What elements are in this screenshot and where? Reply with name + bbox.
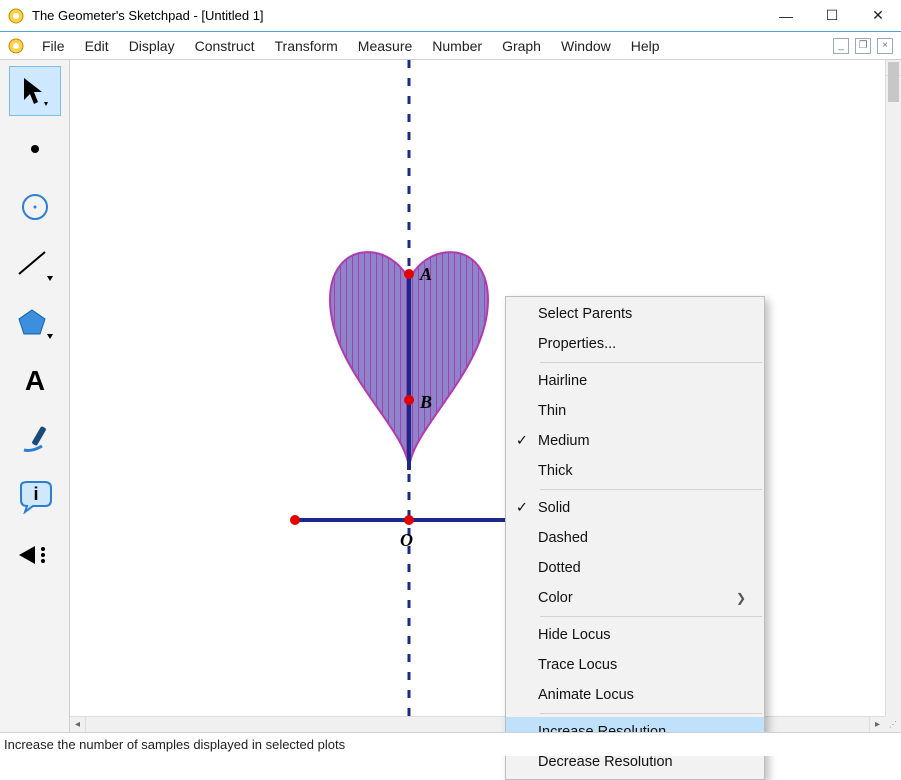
- vertical-scrollbar[interactable]: ▴: [885, 60, 901, 716]
- menu-transform[interactable]: Transform: [265, 35, 348, 57]
- info-icon: i: [17, 480, 53, 514]
- menu-display[interactable]: Display: [119, 35, 185, 57]
- ctx-solid[interactable]: Solid: [506, 493, 764, 523]
- text-icon: A: [20, 366, 50, 396]
- ctx-separator: [540, 362, 762, 363]
- ctx-color[interactable]: Color❯: [506, 583, 764, 613]
- menu-measure[interactable]: Measure: [348, 35, 422, 57]
- arrow-tool[interactable]: [9, 66, 61, 116]
- point-b[interactable]: [404, 395, 414, 405]
- menu-edit[interactable]: Edit: [75, 35, 119, 57]
- menu-number[interactable]: Number: [422, 35, 492, 57]
- app-icon: [8, 8, 24, 24]
- doc-icon: [8, 38, 24, 54]
- status-text: Increase the number of samples displayed…: [4, 737, 345, 752]
- origin-point[interactable]: [404, 515, 414, 525]
- line-icon: [15, 248, 55, 282]
- menu-construct[interactable]: Construct: [185, 35, 265, 57]
- label-b: B: [420, 392, 432, 413]
- mdi-minimize-button[interactable]: _: [833, 38, 849, 54]
- mdi-restore-button[interactable]: ❐: [855, 38, 871, 54]
- circle-icon: [18, 190, 52, 224]
- menu-file[interactable]: File: [32, 35, 75, 57]
- custom-icon: [15, 540, 55, 570]
- ctx-separator: [540, 616, 762, 617]
- menu-graph[interactable]: Graph: [492, 35, 551, 57]
- axis-left-point[interactable]: [290, 515, 300, 525]
- minimize-button[interactable]: —: [763, 1, 809, 31]
- ctx-thin[interactable]: Thin: [506, 396, 764, 426]
- text-tool[interactable]: A: [9, 356, 61, 406]
- resize-grip[interactable]: ⋰: [885, 716, 901, 732]
- vscroll-thumb[interactable]: [888, 62, 899, 102]
- arrow-icon: [18, 74, 52, 108]
- tool-palette: A i: [0, 60, 70, 732]
- menu-window[interactable]: Window: [551, 35, 621, 57]
- canvas-area: A B O ▴ ◂ ▸ ⋰: [70, 60, 901, 732]
- window-title: The Geometer's Sketchpad - [Untitled 1]: [32, 8, 763, 23]
- compass-tool[interactable]: [9, 182, 61, 232]
- polygon-icon: [15, 306, 55, 340]
- submenu-arrow-icon: ❯: [736, 591, 746, 605]
- ctx-medium[interactable]: Medium: [506, 426, 764, 456]
- point-tool[interactable]: [9, 124, 61, 174]
- point-a[interactable]: [404, 269, 414, 279]
- ctx-separator: [540, 489, 762, 490]
- polygon-tool[interactable]: [9, 298, 61, 348]
- ctx-dashed[interactable]: Dashed: [506, 523, 764, 553]
- ctx-properties[interactable]: Properties...: [506, 329, 764, 359]
- close-button[interactable]: ✕: [855, 1, 901, 31]
- marker-icon: [18, 422, 52, 456]
- scroll-right-icon[interactable]: ▸: [869, 717, 885, 732]
- point-icon: [25, 139, 45, 159]
- svg-text:A: A: [24, 366, 44, 396]
- ctx-animate-locus[interactable]: Animate Locus: [506, 680, 764, 710]
- maximize-button[interactable]: ☐: [809, 1, 855, 31]
- ctx-thick[interactable]: Thick: [506, 456, 764, 486]
- context-menu: Select Parents Properties... Hairline Th…: [505, 296, 765, 780]
- ctx-separator: [540, 713, 762, 714]
- label-o: O: [400, 530, 413, 551]
- line-tool[interactable]: [9, 240, 61, 290]
- ctx-dotted[interactable]: Dotted: [506, 553, 764, 583]
- ctx-select-parents[interactable]: Select Parents: [506, 299, 764, 329]
- titlebar: The Geometer's Sketchpad - [Untitled 1] …: [0, 0, 901, 32]
- label-a: A: [420, 264, 432, 285]
- ctx-hide-locus[interactable]: Hide Locus: [506, 620, 764, 650]
- custom-tool[interactable]: [9, 530, 61, 580]
- window-controls: — ☐ ✕: [763, 1, 901, 31]
- scroll-left-icon[interactable]: ◂: [70, 717, 86, 732]
- info-tool[interactable]: i: [9, 472, 61, 522]
- mdi-close-button[interactable]: ×: [877, 38, 893, 54]
- mdi-controls: _ ❐ ×: [833, 38, 901, 54]
- marker-tool[interactable]: [9, 414, 61, 464]
- workspace: A i: [0, 60, 901, 732]
- ctx-trace-locus[interactable]: Trace Locus: [506, 650, 764, 680]
- menubar: File Edit Display Construct Transform Me…: [0, 32, 901, 60]
- svg-text:i: i: [33, 484, 38, 504]
- menu-help[interactable]: Help: [621, 35, 670, 57]
- ctx-hairline[interactable]: Hairline: [506, 366, 764, 396]
- status-bar: Increase the number of samples displayed…: [0, 732, 901, 756]
